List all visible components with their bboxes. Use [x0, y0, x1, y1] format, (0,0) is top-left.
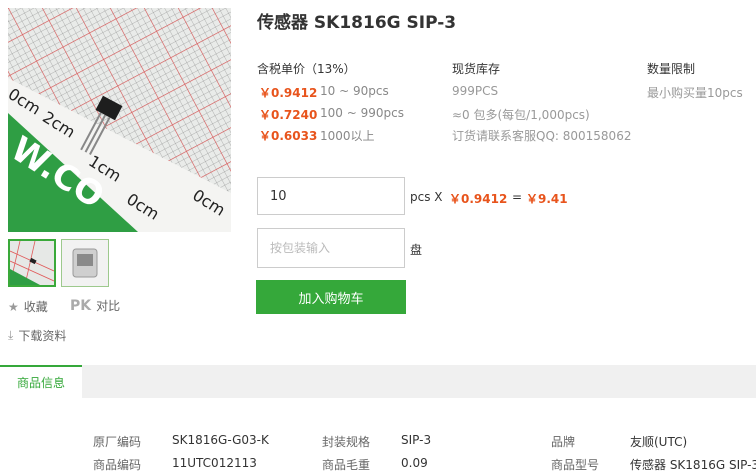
- download-label: 下载资料: [18, 329, 67, 343]
- order-unit-price: ￥0.9412: [449, 192, 508, 206]
- compare-label: 对比: [96, 299, 121, 313]
- spec-key: 封装规格: [322, 435, 371, 449]
- product-main-image[interactable]: W.CO 0cm 2cm 1cm 0cm 0cm: [8, 8, 231, 232]
- compare-link[interactable]: PK 对比: [70, 297, 120, 314]
- thumbnail-1[interactable]: [8, 239, 56, 287]
- favorite-label: 收藏: [23, 300, 48, 314]
- thumbnail-1-photo: [10, 241, 54, 285]
- limit-header: 数量限制: [647, 62, 696, 76]
- stock-pack: ≈0 包多(每包/1,000pcs): [452, 108, 590, 122]
- favorite-link[interactable]: ★ 收藏: [8, 298, 48, 315]
- spec-value: 传感器 SK1816G SIP-3: [630, 458, 756, 472]
- price-tier-1: ￥0.9412: [259, 86, 318, 100]
- unit-pcs-x: pcs X: [410, 190, 443, 204]
- add-to-cart-button[interactable]: 加入购物车: [256, 280, 406, 314]
- spec-key: 品牌: [551, 435, 576, 449]
- spec-value: SK1816G-G03-K: [172, 433, 269, 447]
- stock-qty: 999PCS: [452, 84, 499, 98]
- spec-value: 11UTC012113: [172, 456, 257, 470]
- price-tier-2: ￥0.7240: [259, 108, 318, 122]
- limit-min: 最小购买量10pcs: [647, 86, 743, 100]
- equals-sign: =: [512, 190, 523, 204]
- tab-bar: [0, 365, 756, 398]
- order-total: ￥9.41: [526, 192, 568, 206]
- spec-key: 商品毛重: [322, 458, 371, 472]
- package-unit: 盘: [410, 243, 423, 257]
- price-tier-3: ￥0.6033: [259, 129, 318, 143]
- spec-key: 原厂编码: [93, 435, 142, 449]
- package-input[interactable]: [257, 228, 405, 268]
- product-photo: W.CO 0cm 2cm 1cm 0cm 0cm: [8, 8, 231, 232]
- spec-value: 友顺(UTC): [630, 435, 688, 449]
- stock-header: 现货库存: [452, 62, 501, 76]
- range-tier-1: 10 ~ 90pcs: [320, 84, 389, 98]
- spec-key: 商品编码: [93, 458, 142, 472]
- download-icon: ⤓: [8, 328, 14, 342]
- stock-contact: 订货请联系客服QQ: 800158062: [452, 129, 632, 143]
- range-tier-2: 100 ~ 990pcs: [320, 106, 404, 120]
- download-link[interactable]: ⤓ 下载资料: [8, 327, 66, 344]
- spec-key: 商品型号: [551, 458, 600, 472]
- pk-badge: PK: [70, 297, 92, 314]
- range-tier-3: 1000以上: [320, 129, 375, 143]
- star-icon: ★: [8, 299, 19, 314]
- quantity-input[interactable]: [257, 177, 405, 215]
- page-title: 传感器 SK1816G SIP-3: [257, 13, 457, 33]
- price-header: 含税单价（13%）: [257, 62, 356, 76]
- spec-value: 0.09: [401, 456, 428, 470]
- thumbnail-2[interactable]: [61, 239, 109, 287]
- thumbnail-2-photo: [62, 240, 108, 286]
- spec-value: SIP-3: [401, 433, 432, 447]
- tab-product-info[interactable]: 商品信息: [0, 365, 82, 398]
